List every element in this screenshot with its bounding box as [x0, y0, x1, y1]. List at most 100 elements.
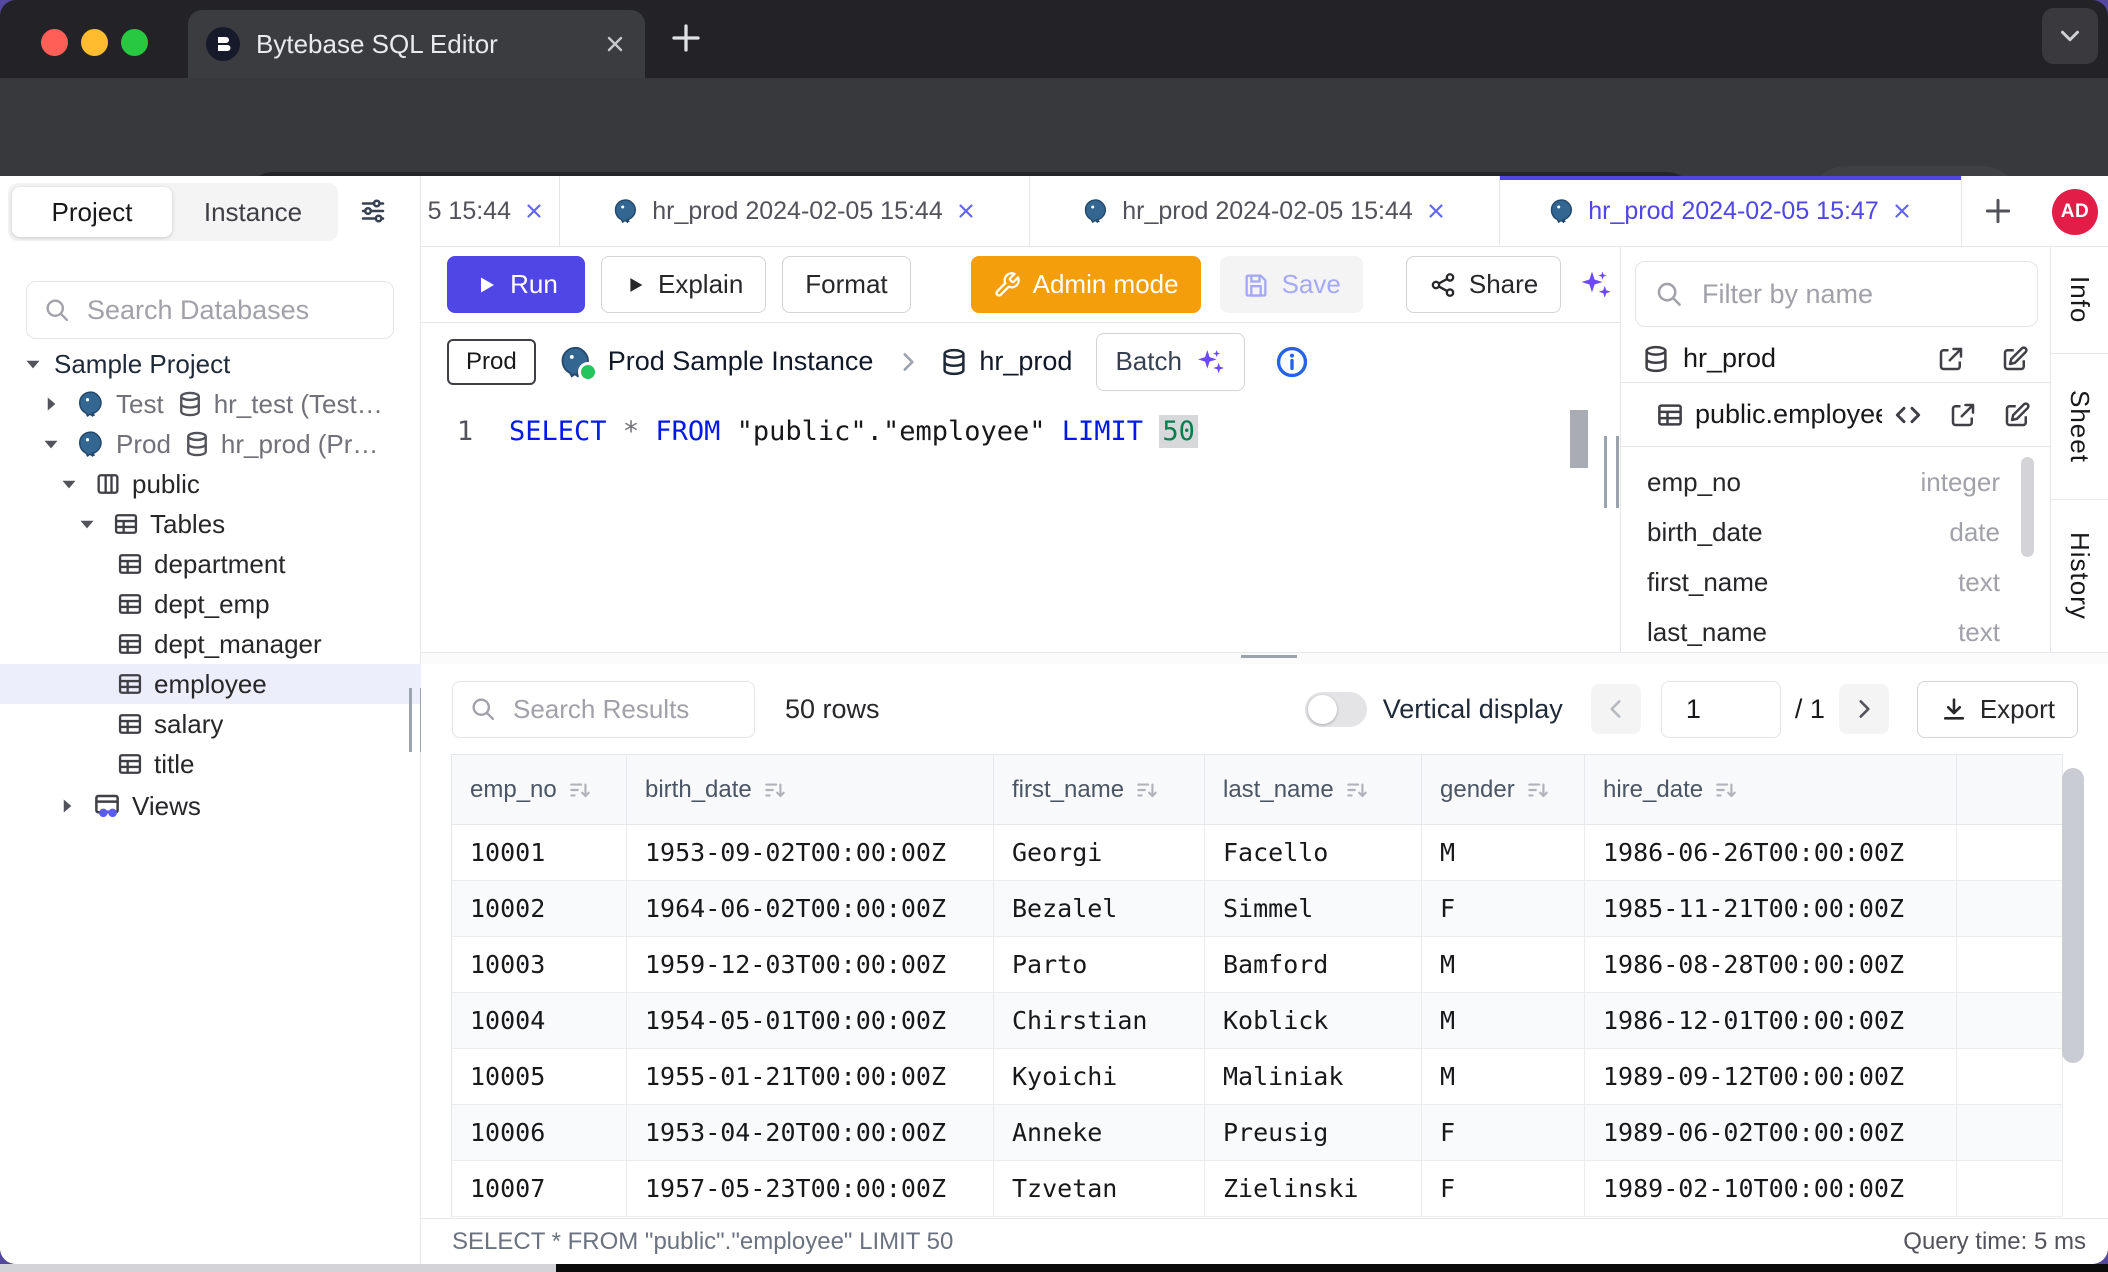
column-row[interactable]: first_name text [1621, 557, 2026, 607]
caret-right-icon[interactable] [54, 793, 80, 819]
table-row[interactable]: 100031959-12-03T00:00:00ZPartoBamfordM19… [452, 937, 2063, 993]
caret-down-icon[interactable] [56, 471, 82, 497]
admin-mode-button[interactable]: Admin mode [971, 256, 1201, 313]
tree-table-department[interactable]: department [0, 544, 421, 584]
tab-close-icon[interactable] [523, 200, 545, 222]
run-button[interactable]: Run [447, 256, 585, 313]
ai-sparkles-icon[interactable] [1577, 267, 1613, 303]
avatar[interactable]: AD [2052, 189, 2098, 235]
tree-db-hr-prod[interactable]: Prod hr_prod (Pr… [0, 424, 421, 464]
sort-icon[interactable] [1344, 777, 1370, 803]
new-tab-button[interactable] [668, 20, 704, 56]
column-row[interactable]: emp_no integer [1621, 457, 2026, 507]
sort-icon[interactable] [1713, 777, 1739, 803]
schema-filter-input[interactable] [1700, 278, 2019, 311]
tree-db-hr-test[interactable]: Test hr_test (Test… [0, 384, 421, 424]
tab-sheet[interactable]: Sheet [2051, 354, 2108, 500]
database-search[interactable] [26, 281, 394, 339]
sql-editor[interactable]: 1 SELECT * FROM "public"."employee" LIMI… [421, 400, 1620, 652]
tree-table-dept-emp[interactable]: dept_emp [0, 584, 421, 624]
page-number-input[interactable] [1661, 681, 1781, 738]
open-external-icon[interactable] [1948, 400, 1978, 430]
editor-tab-3[interactable]: hr_prod 2024-02-05 15:44 [1030, 176, 1500, 246]
table-row[interactable]: 100011953-09-02T00:00:00ZGeorgiFacelloM1… [452, 825, 2063, 881]
panel-resize-handle[interactable] [1604, 436, 1619, 508]
open-external-icon[interactable] [1936, 344, 1966, 374]
tree-table-title[interactable]: title [0, 744, 421, 784]
tab-close-icon[interactable] [955, 200, 977, 222]
edit-icon[interactable] [2002, 400, 2032, 430]
tree-tables-group[interactable]: Tables [0, 504, 421, 544]
sort-icon[interactable] [1525, 777, 1551, 803]
tab-list-chevron-button[interactable] [2042, 8, 2098, 64]
caret-down-icon[interactable] [20, 351, 46, 377]
schema-filter[interactable] [1635, 261, 2038, 327]
explain-button[interactable]: Explain [601, 256, 766, 313]
window-close-button[interactable] [41, 29, 68, 56]
column-row[interactable]: last_name text [1621, 607, 2026, 652]
column-header[interactable]: gender [1422, 755, 1585, 825]
window-minimize-button[interactable] [81, 29, 108, 56]
panel-scrollbar[interactable] [2021, 457, 2034, 557]
sort-icon[interactable] [567, 777, 593, 803]
vertical-display-toggle[interactable] [1305, 692, 1367, 727]
editor-tab-1[interactable]: 5 15:44 [421, 176, 560, 246]
column-header[interactable]: emp_no [452, 755, 627, 825]
tab-instance[interactable]: Instance [172, 197, 334, 228]
save-button[interactable]: Save [1220, 256, 1363, 313]
export-button[interactable]: Export [1917, 681, 2078, 738]
table-header-row: emp_no birth_date first_name last_name g… [452, 755, 2063, 825]
window-maximize-button[interactable] [121, 29, 148, 56]
editor-tab-4-active[interactable]: hr_prod 2024-02-05 15:47 [1500, 176, 1962, 246]
postgres-icon [612, 197, 640, 225]
code-icon[interactable] [1892, 399, 1924, 431]
column-header[interactable]: first_name [994, 755, 1205, 825]
column-row[interactable]: birth_date date [1621, 507, 2026, 557]
caret-down-icon[interactable] [38, 431, 64, 457]
caret-down-icon[interactable] [74, 511, 100, 537]
tab-info[interactable]: Info [2051, 247, 2108, 354]
panel-database-row[interactable]: hr_prod [1621, 335, 2050, 382]
tab-project[interactable]: Project [12, 187, 172, 237]
tab-close-icon[interactable] [1425, 200, 1447, 222]
database-search-input[interactable] [85, 294, 377, 327]
filter-sliders-icon[interactable] [358, 196, 388, 226]
table-row[interactable]: 100021964-06-02T00:00:00ZBezalelSimmelF1… [452, 881, 2063, 937]
browser-tab[interactable]: Bytebase SQL Editor [188, 10, 645, 78]
results-scrollbar[interactable] [2062, 768, 2084, 1063]
share-button[interactable]: Share [1406, 256, 1561, 313]
table-row[interactable]: 100071957-05-23T00:00:00ZTzvetanZielinsk… [452, 1161, 2063, 1217]
tab-history[interactable]: History [2051, 500, 2108, 652]
tab-close-icon[interactable] [603, 32, 627, 56]
tree-table-dept-manager[interactable]: dept_manager [0, 624, 421, 664]
table-row[interactable]: 100041954-05-01T00:00:00ZChirstianKoblic… [452, 993, 2063, 1049]
tab-close-icon[interactable] [1891, 200, 1913, 222]
caret-right-icon[interactable] [38, 391, 64, 417]
prev-page-button[interactable] [1591, 684, 1641, 734]
tree-schema-public[interactable]: public [0, 464, 421, 504]
sort-icon[interactable] [762, 777, 788, 803]
format-button[interactable]: Format [782, 256, 910, 313]
tree-views-group[interactable]: Views [0, 786, 421, 826]
results-search-input[interactable] [511, 693, 738, 726]
database-name[interactable]: hr_prod [939, 346, 1072, 377]
instance-name[interactable]: Prod Sample Instance [608, 346, 874, 377]
info-icon[interactable] [1275, 345, 1309, 379]
sort-icon[interactable] [1134, 777, 1160, 803]
table-row[interactable]: 100061953-04-20T00:00:00ZAnnekePreusigF1… [452, 1105, 2063, 1161]
next-page-button[interactable] [1839, 684, 1889, 734]
edit-icon[interactable] [2000, 344, 2030, 374]
column-header[interactable]: birth_date [627, 755, 994, 825]
results-search[interactable] [452, 681, 755, 738]
editor-tab-2[interactable]: hr_prod 2024-02-05 15:44 [560, 176, 1030, 246]
table-row[interactable]: 100051955-01-21T00:00:00ZKyoichiMaliniak… [452, 1049, 2063, 1105]
new-sheet-button[interactable] [1982, 195, 2014, 227]
editor-scrollbar[interactable] [1570, 410, 1588, 468]
tree-project-row[interactable]: Sample Project [0, 344, 421, 384]
column-header[interactable]: last_name [1205, 755, 1422, 825]
column-header[interactable]: hire_date [1585, 755, 1957, 825]
panel-table-row[interactable]: public.employee [1621, 382, 2050, 447]
tree-table-employee-selected[interactable]: employee [0, 664, 421, 704]
tree-table-salary[interactable]: salary [0, 704, 421, 744]
batch-button[interactable]: Batch [1096, 333, 1245, 391]
